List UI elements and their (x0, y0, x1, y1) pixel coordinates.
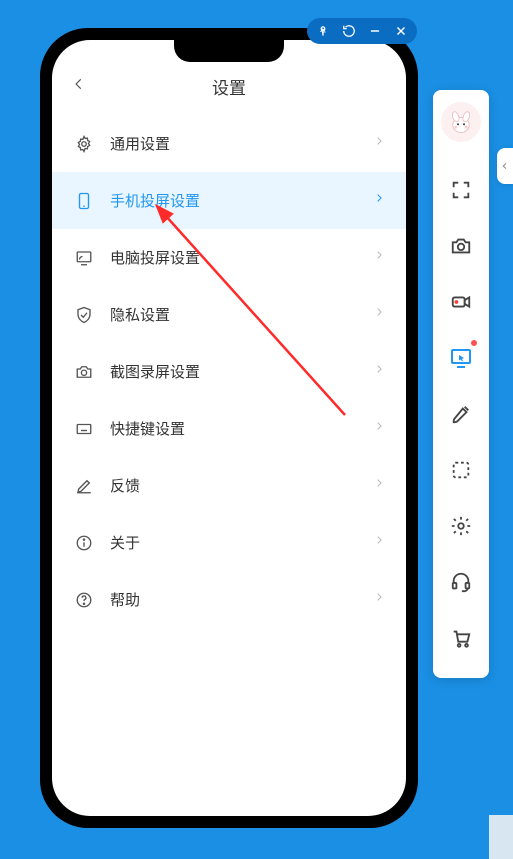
chevron-right-icon (374, 133, 384, 154)
settings-item-label: 通用设置 (110, 133, 374, 154)
window-controls (307, 18, 417, 44)
restore-icon[interactable] (341, 23, 357, 39)
sidebar-record[interactable] (441, 282, 481, 322)
settings-item-label: 电脑投屏设置 (110, 247, 374, 268)
sidebar-camera[interactable] (441, 226, 481, 266)
pencil-icon (74, 476, 94, 496)
minimize-icon[interactable] (367, 23, 383, 39)
avatar[interactable] (441, 102, 481, 142)
chevron-right-icon (374, 304, 384, 325)
shield-icon (74, 305, 94, 325)
chevron-right-icon (374, 361, 384, 382)
settings-item-camera[interactable]: 截图录屏设置 (52, 343, 406, 400)
phone-icon (74, 191, 94, 211)
edge-collapse-tab[interactable] (497, 148, 513, 184)
monitor-cast-icon (74, 248, 94, 268)
page-title: 设置 (72, 74, 386, 99)
settings-list: 通用设置手机投屏设置电脑投屏设置隐私设置截图录屏设置快捷键设置反馈关于帮助 (52, 115, 406, 816)
settings-item-label: 截图录屏设置 (110, 361, 374, 382)
chevron-right-icon (374, 418, 384, 439)
keyboard-icon (74, 419, 94, 439)
sidebar-cursor-screen[interactable] (441, 338, 481, 378)
settings-item-pencil[interactable]: 反馈 (52, 457, 406, 514)
settings-header: 设置 (52, 40, 406, 115)
settings-item-shield[interactable]: 隐私设置 (52, 286, 406, 343)
back-button[interactable] (72, 73, 86, 100)
phone-screen: 设置 通用设置手机投屏设置电脑投屏设置隐私设置截图录屏设置快捷键设置反馈关于帮助 (52, 40, 406, 816)
settings-item-help[interactable]: 帮助 (52, 571, 406, 628)
notification-dot (471, 340, 477, 346)
chevron-right-icon (374, 532, 384, 553)
settings-item-keyboard[interactable]: 快捷键设置 (52, 400, 406, 457)
taskbar-edge (489, 815, 513, 859)
sidebar-support[interactable] (441, 562, 481, 602)
chevron-right-icon (374, 475, 384, 496)
chevron-right-icon (374, 247, 384, 268)
camera-icon (74, 362, 94, 382)
chevron-right-icon (374, 190, 384, 211)
settings-item-label: 反馈 (110, 475, 374, 496)
sidebar-brush[interactable] (441, 394, 481, 434)
settings-item-label: 关于 (110, 532, 374, 553)
settings-item-gear[interactable]: 通用设置 (52, 115, 406, 172)
sidebar-select-region[interactable] (441, 450, 481, 490)
sidebar-settings-gear[interactable] (441, 506, 481, 546)
pin-icon[interactable] (315, 23, 331, 39)
settings-item-phone[interactable]: 手机投屏设置 (52, 172, 406, 229)
settings-item-label: 帮助 (110, 589, 374, 610)
settings-item-label: 手机投屏设置 (110, 190, 374, 211)
chevron-right-icon (374, 589, 384, 610)
close-icon[interactable] (393, 23, 409, 39)
settings-item-info[interactable]: 关于 (52, 514, 406, 571)
gear-icon (74, 134, 94, 154)
settings-item-monitor-cast[interactable]: 电脑投屏设置 (52, 229, 406, 286)
tool-sidebar (433, 90, 489, 678)
info-icon (74, 533, 94, 553)
settings-item-label: 快捷键设置 (110, 418, 374, 439)
help-icon (74, 590, 94, 610)
sidebar-cart[interactable] (441, 618, 481, 658)
settings-item-label: 隐私设置 (110, 304, 374, 325)
sidebar-fullscreen[interactable] (441, 170, 481, 210)
phone-frame: 设置 通用设置手机投屏设置电脑投屏设置隐私设置截图录屏设置快捷键设置反馈关于帮助 (40, 28, 418, 828)
